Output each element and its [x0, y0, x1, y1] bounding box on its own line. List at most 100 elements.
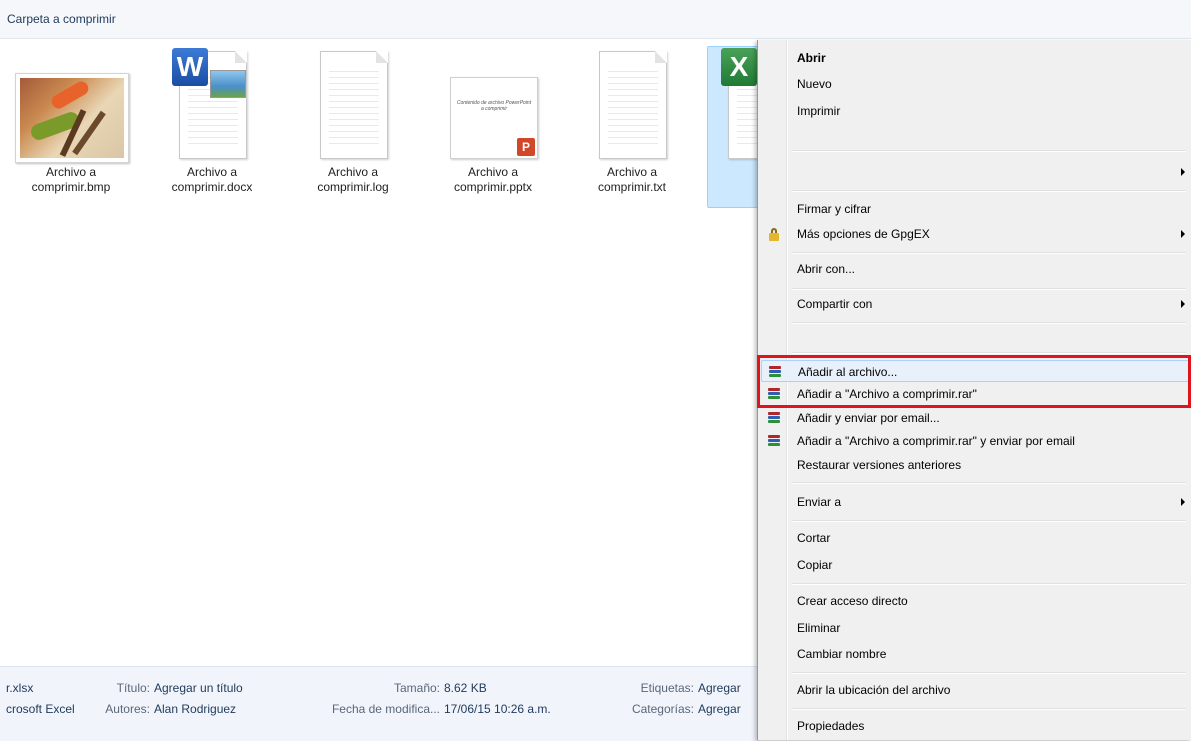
menu-item-label: Abrir con... [797, 262, 856, 276]
file-item-txt[interactable]: Archivo a comprimir.txt [571, 46, 693, 208]
categorias-value[interactable]: Agregar [698, 702, 741, 717]
etiquetas-label: Etiquetas: [640, 681, 694, 695]
file-name-line2: comprimir.log [317, 180, 389, 194]
menu-separator [792, 190, 1186, 192]
submenu-arrow-icon [1181, 168, 1185, 176]
menu-item-restaurar-versiones[interactable]: Restaurar versiones anteriores [761, 454, 1189, 476]
menu-item-unlabeled-submenu[interactable] [761, 161, 1189, 183]
file-name-line1: Archivo a [606, 165, 658, 179]
file-item-bmp[interactable]: Archivo a comprimir.bmp [10, 46, 132, 208]
tamano-label: Tamaño: [393, 681, 440, 695]
menu-separator [792, 252, 1186, 254]
menu-item-firmar-cifrar[interactable]: Firmar y cifrar [761, 198, 1189, 220]
titulo-label: Título: [116, 681, 150, 695]
menu-item-abrir[interactable]: Abrir [761, 47, 1189, 69]
file-name-line1: Archivo a [327, 165, 379, 179]
menu-item-label: Cambiar nombre [797, 647, 887, 661]
menu-item-copiar[interactable]: Copiar [761, 554, 1189, 576]
file-item-xlsx-selected[interactable]: X Ar com [707, 46, 759, 208]
slide-text: Contenido de archivo PowerPoint a compri… [456, 100, 532, 112]
menu-item-cortar[interactable]: Cortar [761, 527, 1189, 549]
menu-item-label: Añadir a "Archivo a comprimir.rar" y env… [797, 434, 1075, 448]
file-label: Archivo a comprimir.docx [152, 165, 272, 195]
file-name-line1: Archivo a [467, 165, 519, 179]
file-name-line2: comprimir.docx [171, 180, 253, 194]
file-item-docx[interactable]: W Archivo a comprimir.docx [151, 46, 273, 208]
file-item-log[interactable]: Archivo a comprimir.log [292, 46, 414, 208]
menu-item-crear-acceso-directo[interactable]: Crear acceso directo [761, 590, 1189, 612]
menu-item-label: Compartir con [797, 297, 873, 311]
highlight-annotation-box [757, 355, 1191, 408]
menu-item-label: Abrir la ubicación del archivo [797, 683, 951, 697]
winrar-icon [767, 434, 781, 448]
menu-item-compartir-con[interactable]: Compartir con [761, 293, 1189, 315]
etiquetas-value[interactable]: Agregar [698, 681, 741, 696]
word-document-icon: W [172, 48, 247, 159]
menu-item-label: Enviar a [797, 495, 842, 509]
tamano-value: 8.62 KB [444, 681, 487, 695]
menu-item-label: Añadir y enviar por email... [797, 411, 940, 425]
file-label: Ar com [708, 165, 758, 195]
file-name-line2: comprimir.txt [597, 180, 666, 194]
menu-item-label: Nuevo [797, 77, 832, 91]
file-label: Archivo a comprimir.txt [572, 165, 692, 195]
menu-item-label: Cortar [797, 531, 831, 545]
menu-separator [792, 288, 1186, 290]
menu-item-nuevo[interactable]: Nuevo [761, 73, 1189, 95]
autores-label: Autores: [105, 702, 150, 716]
excel-document-icon: X [721, 48, 758, 159]
titulo-value[interactable]: Agregar un título [154, 681, 243, 696]
menu-item-label: Más opciones de GpgEX [797, 227, 930, 241]
menu-separator [792, 352, 1186, 354]
autores-value[interactable]: Alan Rodriguez [154, 702, 236, 717]
file-item-pptx[interactable]: Contenido de archivo PowerPoint a compri… [432, 46, 554, 208]
menu-item-label: Copiar [797, 558, 833, 572]
folder-header: Carpeta a comprimir [0, 0, 1191, 39]
text-document-icon [320, 51, 388, 159]
image-thumbnail [15, 73, 129, 163]
menu-item-label: Crear acceso directo [797, 594, 908, 608]
menu-item-eliminar[interactable]: Eliminar [761, 617, 1189, 639]
categorias-label: Categorías: [631, 702, 694, 716]
menu-item-label: Abrir [797, 51, 826, 65]
menu-item-cambiar-nombre[interactable]: Cambiar nombre [761, 643, 1189, 665]
menu-item-propiedades[interactable]: Propiedades [761, 715, 1189, 737]
folder-title: Carpeta a comprimir [7, 12, 116, 26]
file-name-line1: Archivo a [45, 165, 97, 179]
details-filetype: crosoft Excel [6, 702, 75, 716]
menu-separator [792, 672, 1186, 674]
menu-item-label: Propiedades [797, 719, 865, 733]
menu-item-imprimir[interactable]: Imprimir [761, 100, 1189, 122]
submenu-arrow-icon [1181, 230, 1185, 238]
word-logo-icon: W [172, 48, 208, 86]
menu-separator [792, 583, 1186, 585]
details-pane: r.xlsx crosoft Excel Título: Agregar un … [0, 666, 760, 741]
file-explorer-window: Carpeta a comprimir Archivo a comprimir.… [0, 0, 1191, 741]
powerpoint-thumbnail: Contenido de archivo PowerPoint a compri… [450, 77, 538, 159]
text-document-icon [599, 51, 667, 159]
menu-item-enviar-a[interactable]: Enviar a [761, 491, 1189, 513]
fecha-value: 17/06/15 10:26 a.m. [444, 702, 551, 716]
menu-separator [792, 150, 1186, 152]
submenu-arrow-icon [1181, 498, 1185, 506]
submenu-arrow-icon [1181, 300, 1185, 308]
file-name-line1: Ar [708, 165, 758, 180]
fecha-label: Fecha de modifica... [331, 702, 440, 716]
details-filename: r.xlsx [6, 681, 34, 695]
menu-item-abrir-ubicacion[interactable]: Abrir la ubicación del archivo [761, 679, 1189, 701]
menu-item-gpgex[interactable]: Más opciones de GpgEX [761, 223, 1189, 245]
menu-item-label: Firmar y cifrar [797, 202, 871, 216]
file-label: Archivo a comprimir.pptx [433, 165, 553, 195]
menu-item-anadir-rar-email[interactable]: Añadir a "Archivo a comprimir.rar" y env… [761, 430, 1189, 452]
lock-icon [767, 227, 781, 241]
file-name-line1: Archivo a [186, 165, 238, 179]
menu-item-label: Imprimir [797, 104, 841, 118]
file-name-line2: comprimir.bmp [31, 180, 111, 194]
menu-item-abrir-con[interactable]: Abrir con... [761, 258, 1189, 280]
menu-separator [792, 520, 1186, 522]
file-name-line2: comprimir.pptx [453, 180, 533, 194]
menu-item-anadir-email[interactable]: Añadir y enviar por email... [761, 407, 1189, 429]
excel-logo-icon: X [721, 48, 757, 86]
winrar-icon [767, 411, 781, 425]
file-label: Archivo a comprimir.bmp [11, 165, 131, 195]
